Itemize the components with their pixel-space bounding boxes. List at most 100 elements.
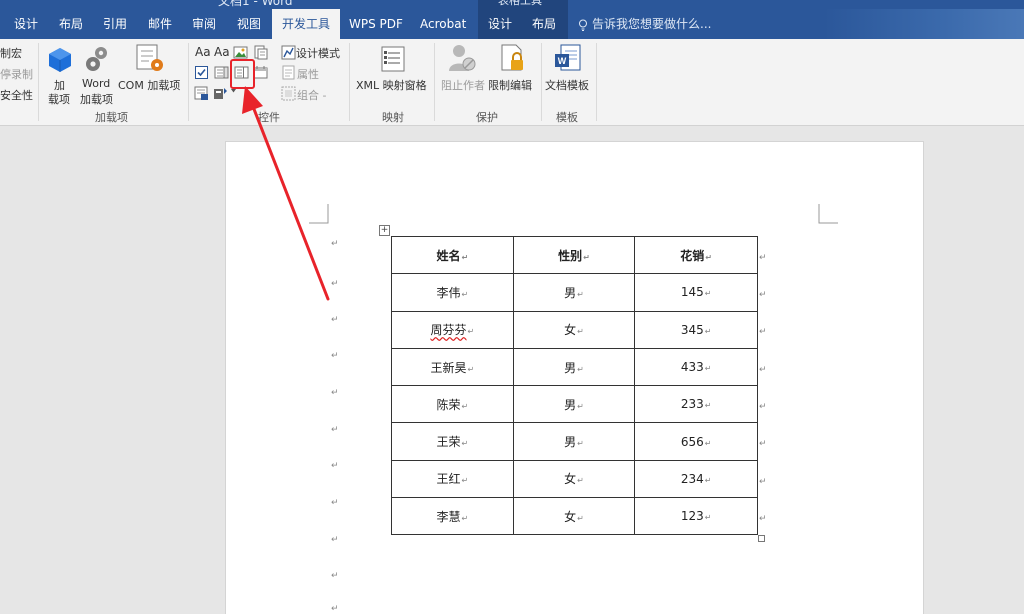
header-cell[interactable]: 姓名↵ — [391, 235, 514, 275]
paragraph-mark: ↵ — [331, 279, 339, 289]
table-cell[interactable]: 王新昊↵ — [391, 347, 514, 387]
tab-design[interactable]: 设计 — [14, 9, 38, 39]
table-cell[interactable]: 王荣↵ — [391, 422, 514, 461]
table-cell[interactable]: 123↵ — [634, 497, 758, 536]
table-cell[interactable]: 女↵ — [512, 459, 636, 499]
table-move-handle[interactable]: + — [379, 225, 390, 236]
tab-table-design[interactable]: 设计 — [488, 9, 512, 39]
table-cell[interactable]: 陈荣↵ — [391, 385, 514, 424]
cell-mark: ↵ — [461, 513, 469, 523]
table-cell[interactable]: 周芬芬↵ — [391, 310, 514, 349]
group-separator — [349, 43, 350, 121]
cell-mark: ↵ — [577, 364, 584, 374]
header-name: 姓名 — [436, 248, 461, 263]
table-cell[interactable]: 男↵ — [512, 273, 636, 312]
tab-view[interactable]: 视图 — [237, 9, 261, 39]
data-table[interactable]: 姓名↵ 性别↵ 花销↵ 李伟↵ 男↵ 145↵ 周芬芬↵ 女↵ 345↵ 王新昊… — [391, 235, 758, 536]
table-cell[interactable]: 男↵ — [512, 347, 636, 387]
tab-acrobat[interactable]: Acrobat — [420, 9, 466, 39]
table-cell[interactable]: 234↵ — [634, 459, 758, 499]
table-cell[interactable]: 女↵ — [512, 497, 636, 536]
plain-text-control-button[interactable]: Aa — [214, 45, 230, 59]
date-picker-control-icon[interactable] — [253, 65, 268, 80]
tab-mailings[interactable]: 邮件 — [148, 9, 172, 39]
macro-security-button[interactable]: 安全性 — [0, 87, 33, 103]
table-row: 李伟↵ 男↵ 145↵ — [391, 273, 758, 312]
cell-name: 王红 — [436, 472, 461, 487]
table-cell[interactable]: 男↵ — [512, 422, 636, 461]
title-bar: 文档1 - Word 表格工具 — [0, 0, 1024, 9]
row-end-mark: ↵ — [759, 290, 767, 300]
com-addins-label: COM 加载项 — [118, 79, 181, 92]
table-cell[interactable]: 345↵ — [634, 310, 758, 349]
cell-mark: ↵ — [577, 289, 584, 299]
picture-control-icon[interactable] — [233, 45, 248, 60]
table-cell[interactable]: 433↵ — [634, 347, 758, 387]
design-mode-button[interactable]: 设计模式 — [296, 45, 340, 61]
table-cell[interactable]: 233↵ — [634, 385, 758, 424]
cell-spending: 656 — [680, 434, 704, 449]
tab-review[interactable]: 审阅 — [192, 9, 216, 39]
building-block-control-icon[interactable] — [253, 45, 268, 60]
tab-layout[interactable]: 布局 — [59, 9, 83, 39]
table-cell[interactable]: 李伟↵ — [391, 273, 514, 312]
protect-group-label: 保护 — [476, 111, 498, 124]
cell-gender: 女 — [564, 323, 577, 338]
cell-gender: 男 — [564, 360, 577, 375]
table-resize-handle[interactable] — [758, 535, 765, 542]
header-cell[interactable]: 性别↵ — [512, 235, 636, 275]
table-cell[interactable]: 李慧↵ — [391, 497, 514, 536]
table-cell[interactable]: 女↵ — [512, 310, 636, 349]
row-end-mark: ↵ — [759, 365, 767, 375]
table-cell[interactable]: 145↵ — [634, 273, 758, 312]
rich-text-control-button[interactable]: Aa — [195, 45, 211, 59]
table-cell[interactable]: 王红↵ — [391, 459, 514, 499]
paragraph-mark: ↵ — [331, 535, 339, 545]
group-separator — [596, 43, 597, 121]
tab-table-layout[interactable]: 布局 — [532, 9, 556, 39]
cell-mark: ↵ — [461, 439, 469, 449]
cell-gender: 男 — [564, 285, 577, 300]
crop-mark-top-right — [818, 204, 838, 224]
row-end-mark: ↵ — [759, 514, 767, 524]
header-cell[interactable]: 花销↵ — [634, 235, 758, 275]
group-separator — [541, 43, 542, 121]
checkbox-control-icon[interactable] — [194, 65, 209, 80]
tab-developer[interactable]: 开发工具 — [272, 9, 341, 39]
pause-recording-button[interactable]: 停录制 — [0, 66, 33, 82]
properties-button[interactable]: 属性 — [297, 66, 319, 82]
row-end-mark: ↵ — [759, 439, 767, 449]
paragraph-mark: ↵ — [331, 571, 339, 581]
repeating-section-control-icon[interactable] — [194, 86, 209, 101]
cell-mark: ↵ — [467, 327, 475, 337]
tell-me-box[interactable]: 告诉我您想要做什么... — [578, 9, 711, 39]
paragraph-mark: ↵ — [331, 498, 339, 508]
table-tools-context: 表格工具 — [478, 0, 568, 9]
cell-mark: ↵ — [704, 289, 712, 299]
table-cell[interactable]: 男↵ — [512, 385, 636, 424]
tab-references[interactable]: 引用 — [103, 9, 127, 39]
mapping-group-label: 映射 — [382, 111, 404, 124]
header-spending: 花销 — [680, 248, 705, 263]
row-end-mark: ↵ — [759, 402, 767, 412]
cell-mark: ↵ — [461, 401, 469, 411]
table-header-row: 姓名↵ 性别↵ 花销↵ — [391, 235, 758, 275]
table-cell[interactable]: 656↵ — [634, 422, 758, 461]
ribbon: 制宏 停录制 安全性 加 载项 Word 加载项 COM 加载项 加载项 Aa … — [0, 39, 1024, 126]
cell-mark: ↵ — [704, 326, 712, 336]
cell-mark: ↵ — [461, 289, 469, 299]
paragraph-mark: ↵ — [331, 604, 339, 614]
legacy-tools-icon[interactable] — [213, 86, 228, 101]
cell-mark: ↵ — [704, 438, 712, 448]
record-macro-button[interactable]: 制宏 — [0, 45, 22, 61]
window-title: 文档1 - Word — [218, 0, 293, 8]
table-row: 王红↵ 女↵ 234↵ — [391, 459, 758, 499]
combo-box-control-icon[interactable] — [214, 65, 229, 80]
header-gender: 性别 — [558, 248, 583, 263]
tab-wps-pdf[interactable]: WPS PDF — [349, 9, 403, 39]
properties-icon — [282, 65, 295, 80]
row-end-mark: ↵ — [759, 477, 767, 487]
group-button[interactable]: 组合 - — [297, 87, 326, 103]
templates-group-label: 模板 — [556, 111, 578, 124]
paragraph-mark: ↵ — [331, 239, 339, 249]
